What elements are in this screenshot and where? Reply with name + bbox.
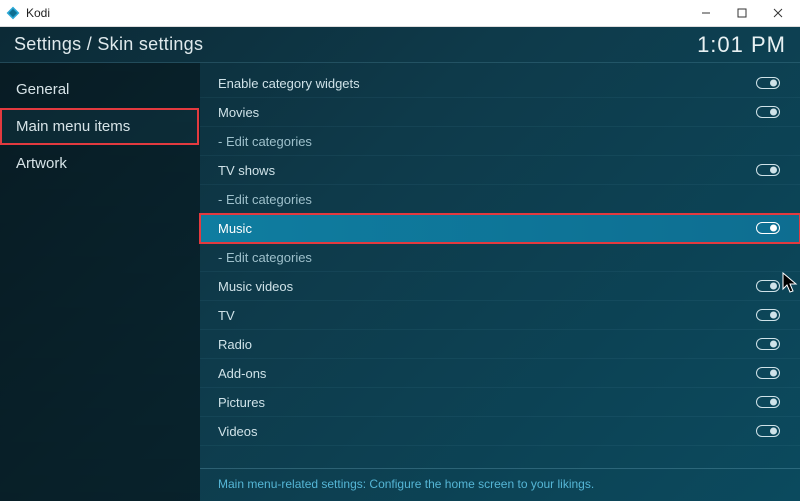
sidebar: General Main menu items Artwork <box>0 63 200 501</box>
setting-label: TV shows <box>218 163 756 178</box>
setting-tv-shows[interactable]: TV shows <box>200 156 800 185</box>
setting-movies-edit-categories[interactable]: - Edit categories <box>200 127 800 156</box>
toggle-icon[interactable] <box>756 77 780 89</box>
setting-label: Add-ons <box>218 366 756 381</box>
setting-pictures[interactable]: Pictures <box>200 388 800 417</box>
setting-label: Pictures <box>218 395 756 410</box>
setting-label: Radio <box>218 337 756 352</box>
sidebar-item-label: Artwork <box>16 155 67 172</box>
setting-music-videos[interactable]: Music videos <box>200 272 800 301</box>
setting-label: Enable category widgets <box>218 76 756 91</box>
toggle-icon[interactable] <box>756 280 780 292</box>
setting-label: Videos <box>218 424 756 439</box>
clock: 1:01 PM <box>697 32 786 58</box>
setting-tv-shows-edit-categories[interactable]: - Edit categories <box>200 185 800 214</box>
sidebar-item-general[interactable]: General <box>0 71 199 108</box>
toggle-icon[interactable] <box>756 367 780 379</box>
sidebar-item-label: Main menu items <box>16 118 130 135</box>
toggle-icon[interactable] <box>756 425 780 437</box>
setting-radio[interactable]: Radio <box>200 330 800 359</box>
window-minimize-button[interactable] <box>688 1 724 25</box>
setting-label: Music videos <box>218 279 756 294</box>
sidebar-item-main-menu-items[interactable]: Main menu items <box>0 108 199 145</box>
window-titlebar: Kodi <box>0 0 800 27</box>
setting-label: - Edit categories <box>218 250 780 265</box>
setting-label: Music <box>218 221 756 236</box>
setting-videos[interactable]: Videos <box>200 417 800 446</box>
setting-enable-category-widgets[interactable]: Enable category widgets <box>200 69 800 98</box>
setting-music-edit-categories[interactable]: - Edit categories <box>200 243 800 272</box>
setting-label: Movies <box>218 105 756 120</box>
setting-addons[interactable]: Add-ons <box>200 359 800 388</box>
setting-label: TV <box>218 308 756 323</box>
setting-movies[interactable]: Movies <box>200 98 800 127</box>
toggle-icon[interactable] <box>756 106 780 118</box>
sidebar-item-artwork[interactable]: Artwork <box>0 145 199 182</box>
breadcrumb: Settings / Skin settings <box>14 34 203 55</box>
settings-description: Main menu-related settings: Configure th… <box>200 468 800 501</box>
toggle-icon[interactable] <box>756 222 780 234</box>
setting-music[interactable]: Music <box>200 214 800 243</box>
window-maximize-button[interactable] <box>724 1 760 25</box>
setting-label: - Edit categories <box>218 134 780 149</box>
toggle-icon[interactable] <box>756 338 780 350</box>
settings-panel: Enable category widgets Movies - Edit ca… <box>200 63 800 501</box>
window-title: Kodi <box>26 6 50 20</box>
header: Settings / Skin settings 1:01 PM <box>0 27 800 63</box>
toggle-icon[interactable] <box>756 396 780 408</box>
sidebar-item-label: General <box>16 81 69 98</box>
setting-tv[interactable]: TV <box>200 301 800 330</box>
app-root: Settings / Skin settings 1:01 PM General… <box>0 27 800 501</box>
setting-label: - Edit categories <box>218 192 780 207</box>
kodi-logo-icon <box>6 6 20 20</box>
window-close-button[interactable] <box>760 1 796 25</box>
body: General Main menu items Artwork Enable c… <box>0 63 800 501</box>
toggle-icon[interactable] <box>756 164 780 176</box>
toggle-icon[interactable] <box>756 309 780 321</box>
